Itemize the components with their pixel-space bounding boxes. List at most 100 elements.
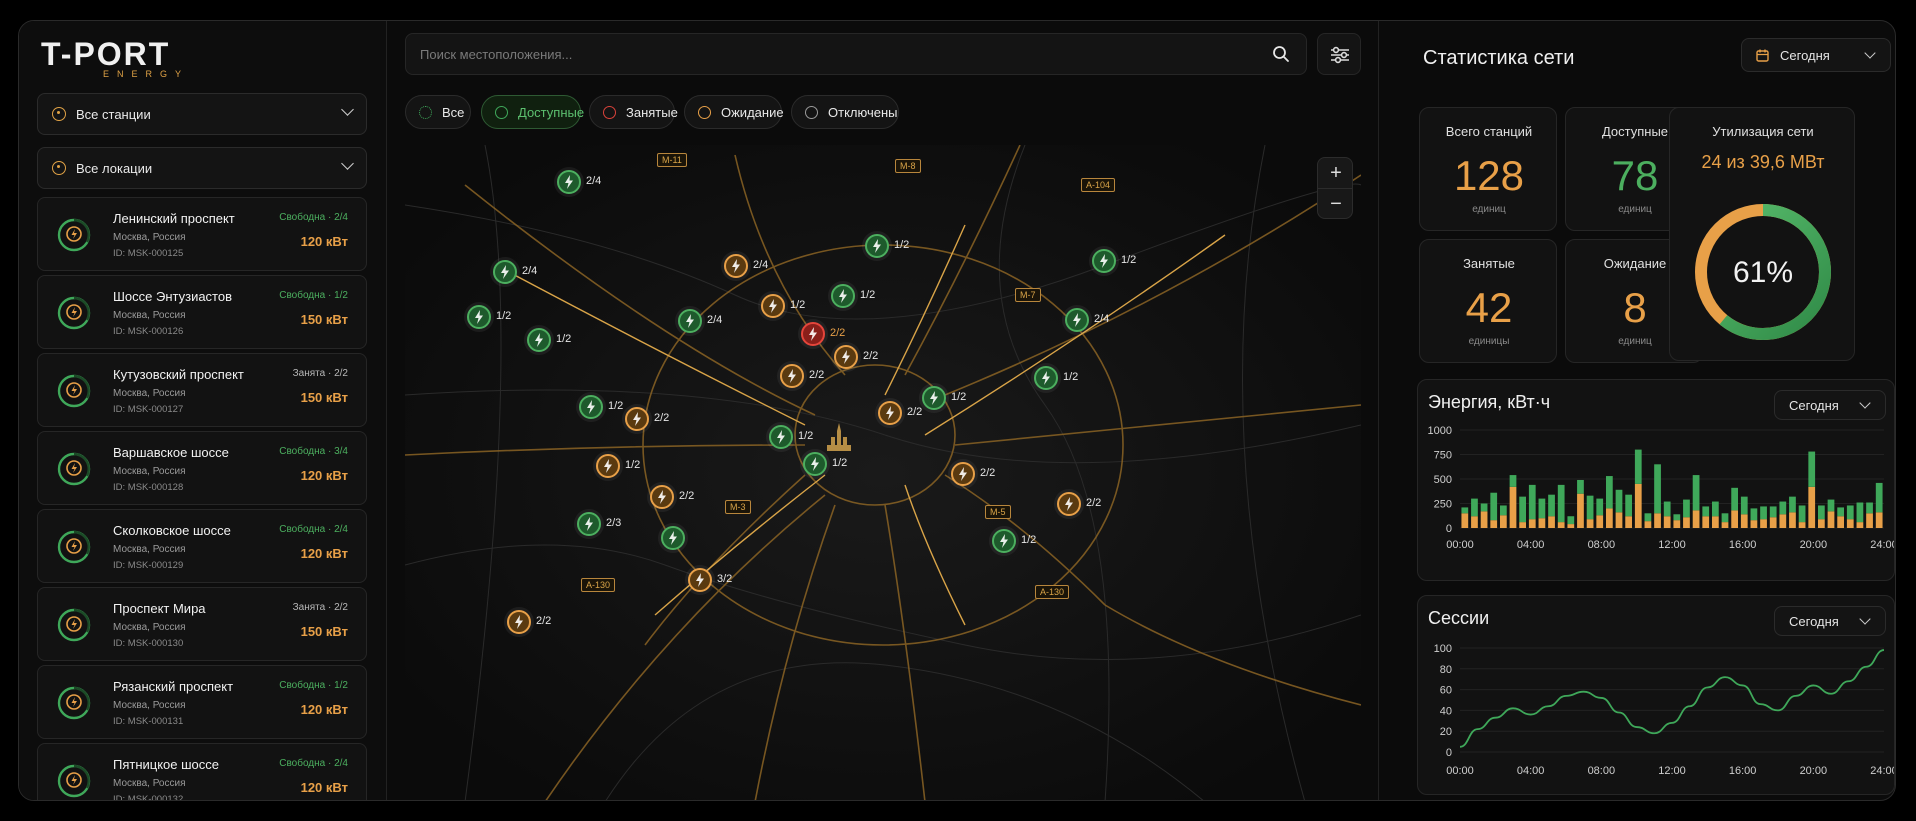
energy-chart-panel: Энергия, кВт·ч Сегодня 1000 750 500 250 0 00:… — [1417, 379, 1895, 581]
energy-bar — [1634, 483, 1642, 528]
station-card[interactable]: Рязанский проспект Москва, Россия ID: MSK-… — [37, 665, 367, 739]
charger-pin-icon — [661, 526, 685, 550]
stats-period-select[interactable]: Сегодня — [1741, 38, 1891, 72]
y-tick-label: 60 — [1440, 685, 1452, 697]
energy-bar — [1837, 516, 1845, 528]
energy-bar — [1577, 493, 1584, 528]
road-label: M-3 — [725, 500, 751, 514]
station-status: Свободна · 3/4 — [279, 446, 348, 457]
zoom-in-button[interactable]: + — [1318, 158, 1354, 188]
station-pin[interactable]: 1/2 — [831, 284, 875, 308]
station-power: 150 кВт — [300, 624, 348, 639]
search-icon[interactable] — [1272, 45, 1290, 63]
station-pin[interactable]: 1/2 — [579, 395, 623, 419]
station-pin[interactable]: 2/2 — [1057, 492, 1101, 516]
station-pin[interactable]: 1/2 — [803, 452, 847, 476]
status-chip[interactable]: Ожидание — [684, 95, 784, 129]
search-input[interactable] — [420, 34, 1240, 74]
station-card[interactable]: Шоссе Энтузиастов Москва, Россия ID: MSK-0… — [37, 275, 367, 349]
energy-bar — [1769, 506, 1777, 518]
sessions-period-select[interactable]: Сегодня — [1774, 606, 1886, 636]
locations-dropdown-label: Все локации — [76, 161, 153, 176]
energy-bar — [1654, 513, 1661, 528]
logo: T-PORT ENERGY — [41, 37, 211, 79]
pin-label: 1/2 — [798, 430, 814, 442]
energy-bar — [1519, 496, 1527, 523]
station-pin[interactable] — [661, 526, 685, 550]
station-location: Москва, Россия — [113, 778, 186, 789]
station-card[interactable]: Проспект Мира Москва, Россия ID: MSK-00013… — [37, 587, 367, 661]
station-pin[interactable]: 2/2 — [507, 610, 551, 634]
station-pin[interactable]: 1/2 — [596, 454, 640, 478]
station-pin[interactable]: 2/4 — [557, 170, 601, 194]
station-pin[interactable]: 1/2 — [992, 529, 1036, 553]
energy-bar — [1461, 507, 1469, 514]
chevron-down-icon — [1864, 47, 1876, 59]
pin-label: 1/2 — [608, 400, 624, 412]
zoom-out-button[interactable]: − — [1318, 189, 1354, 219]
station-power: 120 кВт — [300, 702, 348, 717]
station-pin[interactable]: 2/4 — [1065, 308, 1109, 332]
station-card[interactable]: Варшавское шоссе Москва, Россия ID: MSK-00… — [37, 431, 367, 505]
station-pin[interactable]: 2/4 — [724, 254, 768, 278]
energy-bar — [1846, 505, 1854, 520]
station-pin[interactable]: 2/2 — [878, 401, 922, 425]
energy-bar — [1837, 507, 1845, 517]
x-tick-label: 20:00 — [1800, 539, 1828, 551]
station-pin[interactable]: 2/2 — [834, 345, 878, 369]
status-chip[interactable]: Все — [405, 95, 471, 129]
station-id: ID: MSK-000128 — [113, 482, 184, 493]
charger-pin-icon — [1057, 492, 1081, 516]
energy-bar — [1471, 516, 1478, 528]
station-pin[interactable]: 2/4 — [493, 260, 537, 284]
utilization-title: Утилизация сети — [1712, 124, 1814, 139]
station-pin[interactable]: 1/2 — [467, 305, 511, 329]
x-tick-label: 16:00 — [1729, 765, 1757, 777]
kpi-label: Всего станций — [1445, 124, 1533, 139]
pin-label: 2/2 — [536, 615, 552, 627]
road-label: A-104 — [1081, 178, 1116, 192]
energy-bar — [1557, 522, 1565, 528]
stations-dropdown[interactable]: Все станции — [37, 93, 367, 135]
station-pin[interactable]: 2/2 — [801, 322, 845, 346]
charger-pin-icon — [507, 610, 531, 634]
station-pin[interactable]: 2/4 — [678, 309, 722, 333]
energy-chart: 1000 750 500 250 0 00:00 04:00 08:00 12:00 16:00 2… — [1428, 425, 1894, 551]
station-pin[interactable]: 2/2 — [780, 364, 824, 388]
filter-settings-button[interactable] — [1317, 33, 1361, 75]
station-card[interactable]: Ленинский проспект Москва, Россия ID: MSK-… — [37, 197, 367, 271]
station-pin[interactable]: 3/2 — [688, 568, 732, 592]
status-chip[interactable]: Занятые — [589, 95, 678, 129]
energy-bar — [1586, 495, 1594, 520]
energy-bar — [1577, 479, 1584, 494]
station-card[interactable]: Пятницкое шоссе Москва, Россия ID: MSK-000… — [37, 743, 367, 800]
energy-period-select[interactable]: Сегодня — [1774, 390, 1886, 420]
pin-label: 1/2 — [1121, 254, 1137, 266]
station-pin[interactable]: 1/2 — [922, 386, 966, 410]
pin-label: 2/2 — [809, 369, 825, 381]
station-pin[interactable]: 1/2 — [1092, 249, 1136, 273]
station-pin[interactable]: 1/2 — [527, 328, 571, 352]
station-pin[interactable]: 1/2 — [761, 294, 805, 318]
station-card[interactable]: Сколковское шоссе Москва, Россия ID: MSK-0… — [37, 509, 367, 583]
energy-bar — [1817, 519, 1825, 528]
status-chip[interactable]: Доступные — [481, 95, 584, 129]
sessions-line — [1459, 649, 1885, 748]
station-pin[interactable]: 1/2 — [865, 234, 909, 258]
station-pin[interactable]: 2/3 — [577, 512, 621, 536]
locations-dropdown[interactable]: Все локации — [37, 147, 367, 189]
charger-pin-icon — [596, 454, 620, 478]
station-pin[interactable]: 1/2 — [1034, 366, 1078, 390]
map-view[interactable]: M-11 M-8 A-104 M-7 M-3 M-5 A-130 A-130 2/4 2/4 1/… — [405, 145, 1361, 800]
station-pin[interactable]: 1/2 — [769, 425, 813, 449]
station-pin[interactable]: 2/2 — [650, 485, 694, 509]
status-chip[interactable]: Отключены — [791, 95, 899, 129]
energy-bar — [1567, 524, 1575, 528]
station-pin[interactable]: 2/2 — [625, 407, 669, 431]
station-pin[interactable]: 2/2 — [951, 462, 995, 486]
charger-icon — [57, 452, 91, 486]
station-card[interactable]: Кутузовский проспект Москва, Россия ID: MS… — [37, 353, 367, 427]
status-dot-icon — [805, 106, 818, 119]
utilization-percent: 61% — [1733, 256, 1793, 289]
kpi-unit: единиц — [1472, 204, 1506, 215]
